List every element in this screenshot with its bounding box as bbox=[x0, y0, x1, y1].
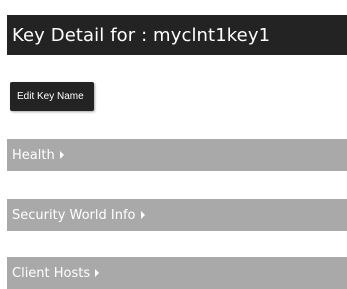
section-health-label: Health bbox=[12, 147, 55, 163]
page-title: Key Detail for : myclnt1key1 bbox=[12, 24, 271, 46]
caret-right-icon bbox=[59, 151, 64, 159]
section-client-hosts[interactable]: Client Hosts bbox=[7, 257, 347, 289]
section-client-hosts-label: Client Hosts bbox=[12, 265, 91, 281]
caret-right-icon bbox=[95, 269, 100, 277]
key-detail-page: Key Detail for : myclnt1key1 Edit Key Na… bbox=[0, 0, 347, 289]
caret-right-icon bbox=[140, 211, 145, 219]
section-security-world-info[interactable]: Security World Info bbox=[7, 199, 347, 231]
edit-key-name-button[interactable]: Edit Key Name bbox=[10, 82, 94, 111]
section-security-world-info-label: Security World Info bbox=[12, 207, 136, 223]
page-header: Key Detail for : myclnt1key1 bbox=[7, 15, 347, 55]
section-health[interactable]: Health bbox=[7, 139, 347, 171]
